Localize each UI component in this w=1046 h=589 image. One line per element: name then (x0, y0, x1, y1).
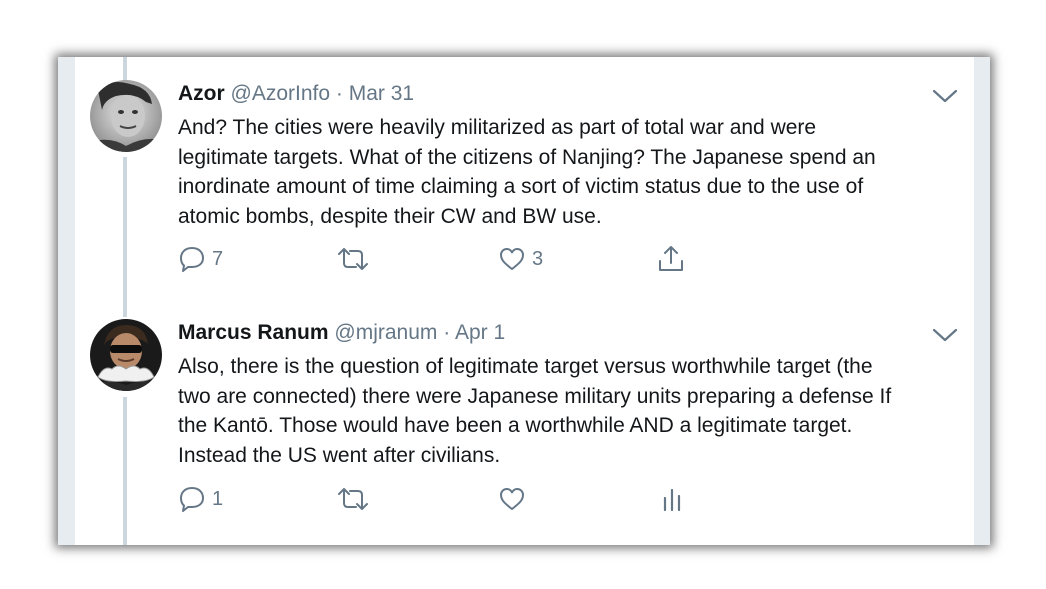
chevron-down-icon[interactable] (932, 327, 958, 343)
retweet-icon (338, 248, 368, 270)
tweet-header: Azor @AzorInfo · Mar 31 (178, 80, 414, 108)
tweet-actions: 1 (178, 482, 738, 516)
analytics-icon (663, 488, 681, 512)
tweet-header: Marcus Ranum @mjranum · Apr 1 (178, 319, 505, 347)
tweet-date[interactable]: Apr 1 (455, 321, 505, 344)
author-handle[interactable]: @mjranum (334, 321, 437, 344)
like-count: 3 (532, 247, 544, 270)
like-button[interactable]: 3 (498, 242, 543, 276)
thread-line-bottom (123, 397, 127, 545)
avatar[interactable] (90, 80, 162, 152)
retweet-button[interactable] (336, 482, 370, 516)
reply-icon (180, 487, 204, 512)
chevron-down-icon[interactable] (932, 88, 958, 104)
right-gutter (974, 57, 990, 545)
reply-count: 1 (212, 487, 224, 510)
author-handle[interactable]: @AzorInfo (231, 82, 331, 105)
tweet-actions: 7 3 (178, 242, 738, 276)
author-name[interactable]: Azor (178, 82, 225, 105)
avatar[interactable] (90, 319, 162, 391)
heart-icon (500, 248, 524, 270)
tweet-thread-card: Azor @AzorInfo · Mar 31 And? The cities … (58, 57, 990, 545)
retweet-button[interactable] (336, 242, 370, 276)
heart-icon (500, 488, 524, 510)
retweet-icon (338, 488, 368, 510)
reply-icon (180, 247, 204, 272)
author-name[interactable]: Marcus Ranum (178, 321, 329, 344)
share-icon (659, 246, 683, 271)
separator-dot: · (335, 82, 343, 105)
share-button[interactable] (656, 242, 686, 276)
tweet-date[interactable]: Mar 31 (349, 82, 414, 105)
reply-button[interactable]: 1 (178, 482, 223, 516)
reply-button[interactable]: 7 (178, 242, 223, 276)
separator-dot: · (443, 321, 451, 344)
left-gutter (58, 57, 75, 545)
tweet-text: Also, there is the question of legitimat… (178, 355, 892, 467)
avatar-photo-icon (90, 80, 162, 152)
like-button[interactable] (498, 482, 532, 516)
reply-count: 7 (212, 247, 224, 270)
tweet-text: And? The cities were heavily militarized… (178, 116, 876, 228)
analytics-button[interactable] (660, 482, 684, 516)
thread-line-middle (123, 157, 127, 317)
thread-line-top (123, 57, 127, 81)
avatar-photo-icon (90, 319, 162, 391)
